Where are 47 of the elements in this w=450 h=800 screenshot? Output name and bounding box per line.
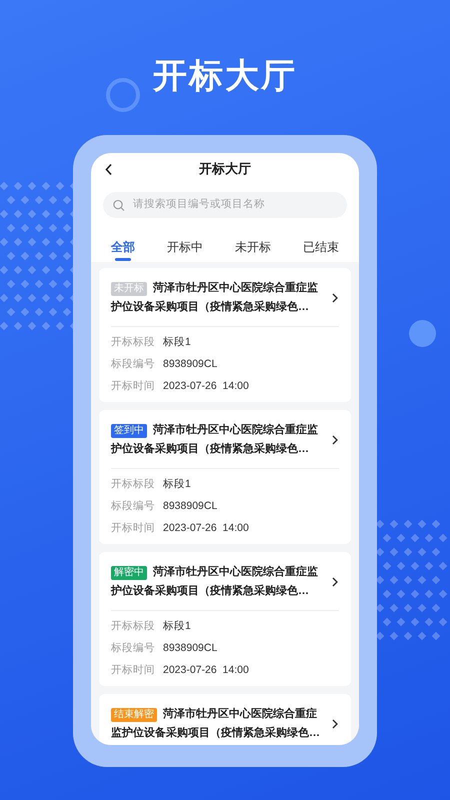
project-title: 护位设备采购项目（疫情紧急采购绿色… bbox=[111, 300, 309, 315]
tender-card[interactable]: 签到中 菏泽市牡丹区中心医院综合重症监 护位设备采购项目（疫情紧急采购绿色… 开标标段 标段1 标段编号 8938909CL 开标时间 2023-07-26 14:00 bbox=[99, 410, 351, 544]
search-input[interactable]: 请搜索项目编号或项目名称 bbox=[132, 197, 337, 213]
search-icon bbox=[113, 198, 125, 212]
status-tag: 结束解密 bbox=[111, 708, 157, 722]
tab[interactable]: 已结束 bbox=[303, 232, 339, 262]
field-label: 标段编号 bbox=[111, 357, 156, 372]
status-tag: 签到中 bbox=[111, 424, 147, 438]
field-label: 标段编号 bbox=[111, 499, 156, 514]
chevron-right-icon bbox=[331, 576, 339, 588]
project-title: 菏泽市牡丹区中心医院综合重症 bbox=[163, 706, 317, 722]
chevron-right-icon bbox=[331, 718, 339, 730]
field-value: 2023-07-26 14:00 bbox=[163, 663, 249, 678]
field-value: 8938909CL bbox=[163, 641, 218, 656]
tender-card[interactable]: 解密中 菏泽市牡丹区中心医院综合重症监 护位设备采购项目（疫情紧急采购绿色… 开标标段 标段1 标段编号 8938909CL 开标时间 2023-07-26 14:00 bbox=[99, 552, 351, 686]
field-value: 标段1 bbox=[163, 477, 191, 492]
field-label: 开标时间 bbox=[111, 521, 156, 536]
search-field[interactable]: 请搜索项目编号或项目名称 bbox=[103, 192, 347, 218]
project-title: 菏泽市牡丹区中心医院综合重症监 bbox=[153, 280, 318, 296]
project-title: 护位设备采购项目（疫情紧急采购绿色… bbox=[111, 442, 309, 457]
field-value: 8938909CL bbox=[163, 357, 218, 372]
tab[interactable]: 未开标 bbox=[235, 232, 271, 262]
project-title: 监护位设备采购项目（疫情紧急采购绿色… bbox=[111, 726, 320, 741]
field-label: 开标标段 bbox=[111, 477, 156, 492]
project-title: 护位设备采购项目（疫情紧急采购绿色… bbox=[111, 584, 309, 599]
ring-icon bbox=[106, 78, 140, 112]
tab[interactable]: 开标中 bbox=[167, 232, 203, 262]
field-label: 开标时间 bbox=[111, 663, 156, 678]
tender-card[interactable]: 结束解密 菏泽市牡丹区中心医院综合重症 监护位设备采购项目（疫情紧急采购绿色… bbox=[99, 694, 351, 745]
field-label: 开标标段 bbox=[111, 335, 156, 350]
field-value: 标段1 bbox=[163, 335, 191, 350]
chevron-right-icon bbox=[331, 434, 339, 446]
field-label: 开标标段 bbox=[111, 619, 156, 634]
field-label: 标段编号 bbox=[111, 641, 156, 656]
screen-title: 开标大厅 bbox=[199, 160, 251, 178]
field-label: 开标时间 bbox=[111, 379, 156, 394]
chevron-right-icon bbox=[331, 292, 339, 304]
field-value: 2023-07-26 14:00 bbox=[163, 521, 249, 536]
project-title: 菏泽市牡丹区中心医院综合重症监 bbox=[153, 422, 318, 438]
field-value: 2023-07-26 14:00 bbox=[163, 379, 249, 394]
tab[interactable]: 全部 bbox=[111, 232, 135, 262]
field-value: 标段1 bbox=[163, 619, 191, 634]
field-value: 8938909CL bbox=[163, 499, 218, 514]
project-title: 菏泽市牡丹区中心医院综合重症监 bbox=[153, 564, 318, 580]
banner-title: 开标大厅 bbox=[153, 56, 297, 97]
status-tag: 解密中 bbox=[111, 566, 147, 580]
back-icon[interactable] bbox=[105, 162, 113, 176]
